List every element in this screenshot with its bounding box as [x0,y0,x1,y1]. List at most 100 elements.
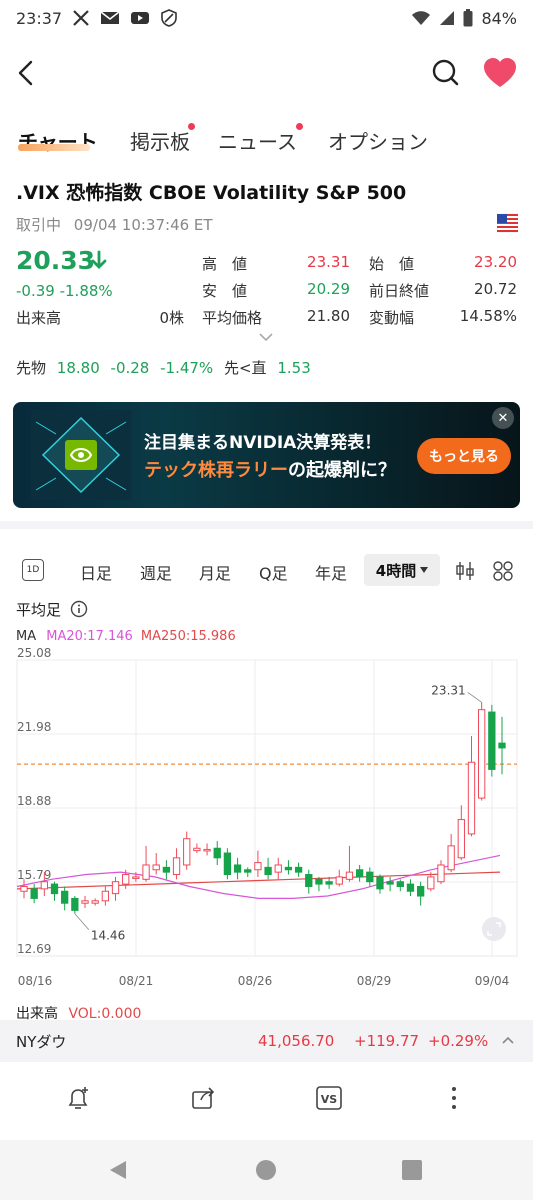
candle-body [366,871,374,883]
period-daily[interactable]: 日足 [80,560,112,584]
nav-recents-icon[interactable] [400,1158,424,1182]
period-selector: 1D 日足 週足 月足 Q足 年足 4時間 [0,552,533,590]
candle-settings-icon[interactable] [455,560,475,582]
chevron-up-icon[interactable] [501,1035,515,1045]
candle [305,869,313,894]
wifi-icon [411,10,431,26]
candle [376,874,384,894]
news-notification-dot [296,123,303,130]
search-button[interactable] [428,56,462,90]
candle [437,860,445,885]
candle [386,876,394,892]
y-tick-label: 25.08 [17,648,51,660]
favorite-button[interactable] [482,56,518,90]
tab-options[interactable]: オプション [328,126,428,155]
change-percent: -1.88% [59,282,113,300]
back-arrow-icon [18,60,33,86]
dow-value: 41,056.70 [258,1032,335,1050]
candle [244,867,252,877]
chart-grid [16,659,518,957]
more-vertical-icon[interactable] [440,1084,468,1112]
period-weekly[interactable]: 週足 [140,560,172,584]
candle [203,843,211,856]
ma-legend: MA MA20:17.146 MA250:15.986 [16,629,236,644]
low-label: 安 値 [202,282,248,300]
candlestick-chart[interactable]: 25.0821.9818.8815.7912.69 08/16 08/21 08/2… [0,648,533,993]
ma20-value: MA20:17.146 [46,629,133,644]
banner-more-button[interactable]: もっと見る [417,438,511,474]
y-tick-label: 12.69 [17,942,51,956]
reset-zoom-button[interactable] [482,917,506,941]
candle-body [264,866,272,876]
tab-board[interactable]: 掲示板 [130,126,190,155]
chart-type-label: 平均足 [16,601,62,619]
top-bar [0,48,533,98]
expand-chevron-icon[interactable] [258,332,274,342]
period-yearly[interactable]: 年足 [315,560,347,584]
dow-change: +119.77 [354,1032,420,1050]
market-status: 取引中 09/04 10:37:46 ET [16,214,213,235]
banner-subheadline-rest: の起爆剤に？ [288,460,396,481]
grid-icon[interactable] [492,560,514,582]
compare-vs-icon[interactable]: VS [315,1084,343,1112]
candle-body [213,847,221,859]
status-time: 23:37 [16,8,63,28]
info-icon[interactable] [70,600,88,618]
candle-body [71,897,79,911]
spread-value: 1.53 [277,359,311,377]
index-ticker-bar[interactable]: NYダウ 41,056.70 +119.77 +0.29% [0,1020,533,1062]
promo-banner[interactable]: 注目集まるNVIDIA決算発表！ テック株再ラリーの起爆剤に？ もっと見る ✕ [13,402,520,508]
share-icon[interactable] [189,1084,217,1112]
candle-body [457,819,465,859]
candle [447,833,455,873]
banner-close-button[interactable]: ✕ [492,407,514,429]
low-annotation-label: 14.46 [91,929,125,943]
candle-body [315,878,323,885]
candle-body [30,888,38,899]
open-value: 23.20 [474,253,517,271]
candle-body [467,761,476,835]
x-icon [72,9,90,27]
futures-row: 先物 18.80 -0.28 -1.47% 先<直 1.53 [16,357,311,378]
period-monthly[interactable]: 月足 [199,560,231,584]
nav-back-icon[interactable] [106,1158,130,1182]
candle-body [355,869,364,878]
status-bar: 23:37 84% [0,0,533,36]
candle-body [294,866,303,873]
back-button[interactable] [10,56,44,90]
tab-news[interactable]: ニュース [218,126,297,155]
candle-body [20,885,28,892]
high-annotation-leader [467,691,482,703]
candle [467,735,476,837]
period-4h-dropdown[interactable]: 4時間 [364,554,440,586]
candle [457,805,465,861]
candle [264,857,272,880]
candle [91,898,99,906]
candle [366,867,374,887]
range-value: 14.58% [459,307,517,325]
x-tick-label: 08/16 [18,974,53,988]
instrument-title: .VIX 恐怖指数 CBOE Volatility S&P 500 [16,182,407,204]
candle [172,848,181,880]
board-notification-dot [188,123,195,130]
range-label: 変動幅 [369,309,415,327]
candle-body [396,881,404,887]
period-quarterly[interactable]: Q足 [259,560,288,584]
intraday-button[interactable]: 1D [22,559,44,581]
last-price: 20.33 [16,246,96,275]
volume-value: 0株 [159,309,184,327]
candle [396,879,404,892]
alert-add-icon[interactable] [64,1084,92,1112]
nav-home-icon[interactable] [254,1158,278,1182]
candle-body [488,711,496,770]
tab-bar: チャート 掲示板 ニュース オプション [0,118,533,164]
candle-body [162,866,171,873]
y-tick-label: 18.88 [17,794,51,808]
candle-body [172,857,181,876]
change-value: -0.39 [16,282,55,300]
x-axis-ticks: 08/16 08/21 08/26 08/29 09/04 [18,974,510,988]
dropdown-caret-icon [420,567,429,573]
average-label: 平均価格 [202,309,263,327]
futures-price: 18.80 [56,359,100,377]
dow-name: NYダウ [16,1033,67,1051]
